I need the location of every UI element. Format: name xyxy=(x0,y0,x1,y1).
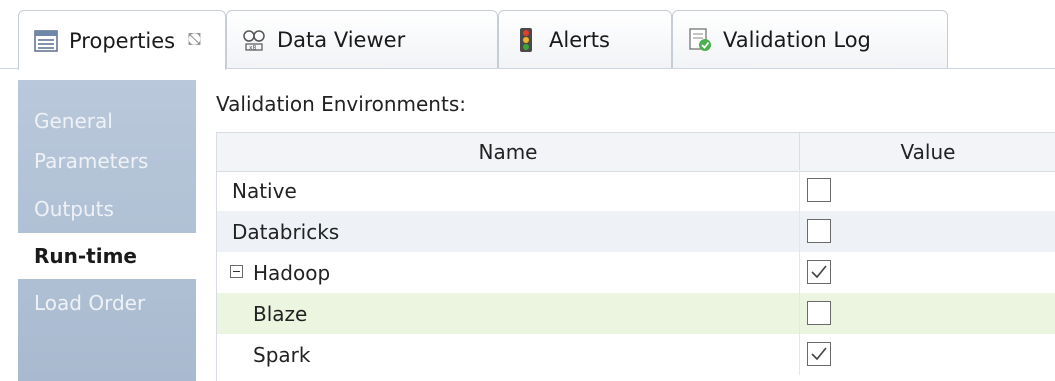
validation-environments-table: Name Value Native Databricks Hadoop Blaz… xyxy=(216,132,1055,381)
sidebar-item-label: Outputs xyxy=(34,197,114,221)
checkmark-icon xyxy=(811,347,827,361)
tab-label: Alerts xyxy=(549,27,610,52)
spark-checkbox[interactable] xyxy=(807,342,831,366)
databricks-checkbox[interactable] xyxy=(807,219,831,243)
svg-text:x8: x8 xyxy=(249,44,257,51)
tab-label: Properties xyxy=(69,28,176,53)
table-header: Name Value xyxy=(217,132,1055,172)
sidebar-item-run-time[interactable]: Run-time xyxy=(18,233,196,279)
native-checkbox[interactable] xyxy=(807,178,831,202)
sidebar-item-label: Run-time xyxy=(34,244,137,268)
tab-validation-log[interactable]: Validation Log xyxy=(672,10,948,68)
tab-data-viewer[interactable]: x8 Data Viewer xyxy=(226,10,498,68)
row-name: Spark xyxy=(253,342,311,367)
sidebar-item-label: General xyxy=(34,109,113,133)
runtime-panel: Validation Environments: Name Value Nati… xyxy=(196,80,1055,381)
column-header-value[interactable]: Value xyxy=(800,133,1055,171)
row-name: Hadoop xyxy=(253,260,331,285)
traffic-light-icon xyxy=(520,27,532,52)
table-row[interactable]: Native xyxy=(217,170,1055,211)
column-header-name[interactable]: Name xyxy=(217,133,800,171)
section-title: Validation Environments: xyxy=(216,92,466,116)
sidebar-item-parameters[interactable]: Parameters xyxy=(18,138,196,184)
tab-properties[interactable]: Properties ⛞ xyxy=(18,10,226,70)
editor-tabstrip: Properties ⛞ x8 Data Viewer Alerts Valid… xyxy=(0,0,1055,70)
table-row[interactable]: Blaze xyxy=(217,293,1055,334)
blaze-checkbox[interactable] xyxy=(807,301,831,325)
sidebar-item-load-order[interactable]: Load Order xyxy=(18,280,196,326)
data-viewer-icon: x8 xyxy=(243,29,265,51)
checkmark-icon xyxy=(811,265,827,279)
properties-icon xyxy=(34,29,58,52)
table-row[interactable]: Hadoop xyxy=(217,252,1055,293)
table-row[interactable]: Databricks xyxy=(217,211,1055,252)
row-name: Blaze xyxy=(253,301,308,326)
close-icon[interactable]: ⛞ xyxy=(187,29,202,53)
validation-log-icon xyxy=(689,27,711,51)
collapse-icon[interactable] xyxy=(230,265,243,278)
tab-label: Validation Log xyxy=(723,27,871,52)
sidebar-item-label: Load Order xyxy=(34,291,146,315)
sidebar-item-label: Parameters xyxy=(34,149,149,173)
properties-sidebar: General Parameters Outputs Run-time Load… xyxy=(18,80,196,381)
row-name: Native xyxy=(232,178,297,203)
sidebar-item-outputs[interactable]: Outputs xyxy=(18,186,196,232)
row-name: Databricks xyxy=(232,219,340,244)
hadoop-checkbox[interactable] xyxy=(807,260,831,284)
table-row[interactable]: Spark xyxy=(217,334,1055,375)
tab-alerts[interactable]: Alerts xyxy=(498,10,672,68)
tab-label: Data Viewer xyxy=(277,27,406,52)
